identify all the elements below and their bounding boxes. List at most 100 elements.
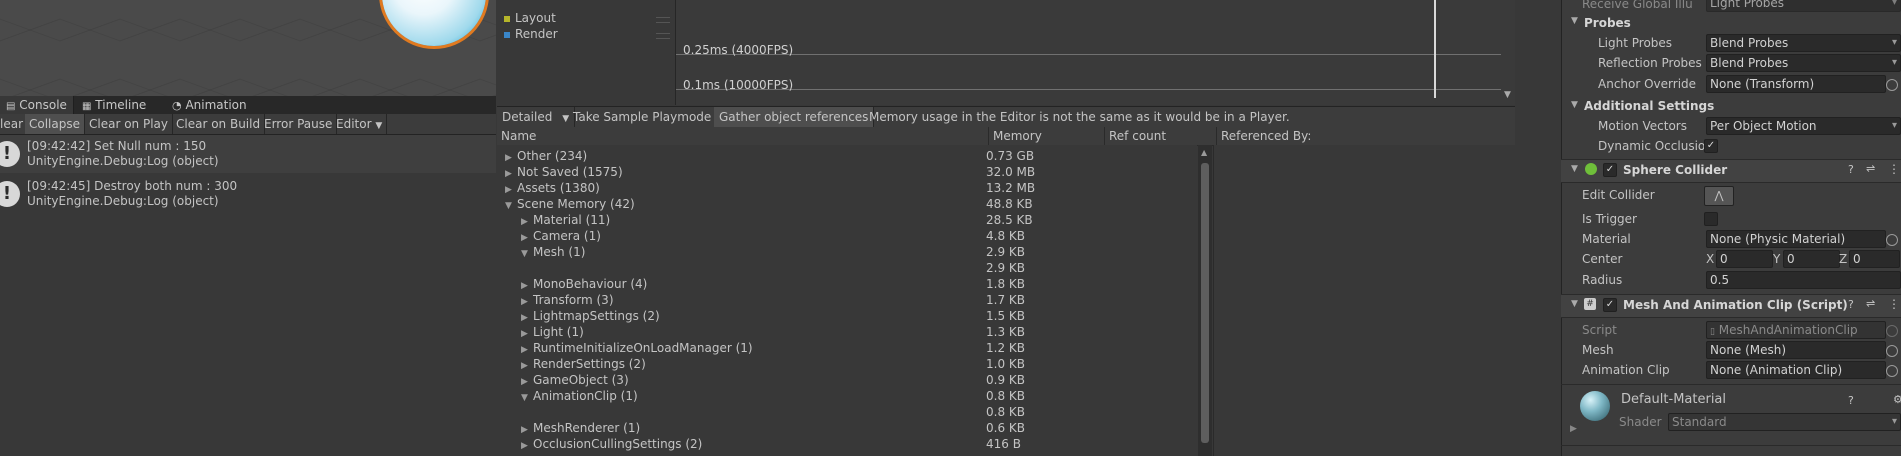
foldout-arrow-icon[interactable]: ▼	[1571, 100, 1578, 110]
clear-button[interactable]: lear	[0, 114, 29, 134]
table-row[interactable]: ▶ Light (1) 1.3 KB	[497, 324, 1197, 340]
object-picker-icon[interactable]	[1886, 79, 1898, 91]
column-referenced-by: Referenced By:	[1221, 129, 1312, 143]
legend-swatch	[504, 31, 510, 38]
row-memory: 416 B	[986, 437, 1021, 451]
frame-cursor[interactable]	[1434, 0, 1436, 98]
drag-handle-icon[interactable]	[656, 17, 670, 23]
help-icon[interactable]: ?	[1848, 163, 1854, 176]
object-picker-icon[interactable]	[1886, 365, 1898, 377]
legend-item-layout[interactable]: Layout	[504, 11, 674, 25]
foldout-arrow-icon[interactable]: ▼	[1571, 164, 1578, 174]
table-row[interactable]: ▶ GameObject (3) 0.9 KB	[497, 372, 1197, 388]
drag-handle-icon[interactable]	[656, 33, 670, 39]
column-memory[interactable]: Memory	[989, 127, 1105, 145]
tab-console[interactable]: ▤ Console	[0, 96, 74, 114]
more-options-icon[interactable]: ⋮	[1888, 162, 1900, 176]
anchor-override-field[interactable]: None (Transform)	[1706, 75, 1886, 93]
foldout-arrow-icon[interactable]: ▶	[1570, 424, 1577, 434]
foldout-arrow-icon[interactable]: ▼	[1571, 299, 1578, 309]
divider	[1561, 384, 1901, 385]
help-icon[interactable]: ?	[1848, 298, 1854, 311]
preset-icon[interactable]: ⇌	[1866, 162, 1875, 175]
sphere-collider-enabled-checkbox[interactable]: ✓	[1603, 163, 1617, 177]
view-mode-dropdown[interactable]: Detailed ▼	[497, 107, 576, 128]
scroll-down-icon[interactable]: ▼	[1504, 90, 1511, 100]
row-name-cell: ▶ OcclusionCullingSettings (2)	[521, 436, 702, 454]
receive-gi-dropdown[interactable]: Light Probes	[1706, 0, 1901, 12]
probes-header[interactable]: Probes	[1584, 16, 1631, 30]
motion-vectors-label: Motion Vectors	[1598, 119, 1687, 133]
mesh-field[interactable]: None (Mesh)	[1706, 341, 1886, 359]
table-row[interactable]: ▼ Scene Memory (42) 48.8 KB	[497, 196, 1197, 212]
tab-animation[interactable]: ◔ Animation	[166, 96, 253, 114]
error-pause-button[interactable]: Error Pause	[260, 114, 338, 134]
row-memory: 1.7 KB	[986, 293, 1025, 307]
table-row[interactable]: ▶ MeshRenderer (1) 0.6 KB	[497, 420, 1197, 436]
console-log-entry[interactable]: ! [09:42:45] Destroy both num : 300 Unit…	[0, 175, 496, 213]
table-row[interactable]: ▶ Assets (1380) 13.2 MB	[497, 180, 1197, 196]
preset-icon[interactable]: ⇌	[1866, 297, 1875, 310]
scene-view[interactable]	[0, 0, 496, 96]
table-row[interactable]: ▶ Camera (1) 4.8 KB	[497, 228, 1197, 244]
script-value: MeshAndAnimationClip	[1718, 323, 1858, 337]
animation-clip-field[interactable]: None (Animation Clip)	[1706, 361, 1886, 379]
animation-clip-label: Animation Clip	[1582, 363, 1670, 377]
table-row[interactable]: ▶ Not Saved (1575) 32.0 MB	[497, 164, 1197, 180]
center-y-field[interactable]: 0	[1783, 250, 1840, 268]
anchor-override-value: None (Transform)	[1710, 77, 1815, 91]
row-memory: 0.8 KB	[986, 405, 1025, 419]
table-row[interactable]: ▶ Material (11) 28.5 KB	[497, 212, 1197, 228]
column-name[interactable]: Name	[497, 127, 989, 145]
console-toolbar: lear Collapse Clear on Play Clear on Bui…	[0, 114, 496, 135]
additional-settings-header[interactable]: Additional Settings	[1584, 99, 1714, 113]
legend-item-render[interactable]: Render	[504, 27, 674, 41]
row-memory: 32.0 MB	[986, 165, 1036, 179]
script-enabled-checkbox[interactable]: ✓	[1603, 298, 1617, 312]
object-picker-icon[interactable]	[1886, 345, 1898, 357]
help-icon[interactable]: ?	[1848, 394, 1854, 407]
gather-references-button[interactable]: Gather object references	[714, 107, 875, 128]
table-row[interactable]: 2.9 KB	[497, 260, 1197, 276]
table-row[interactable]: ▶ Other (234) 0.73 GB	[497, 148, 1197, 164]
table-row[interactable]: ▶ MonoBehaviour (4) 1.8 KB	[497, 276, 1197, 292]
motion-vectors-dropdown[interactable]: Per Object Motion	[1706, 117, 1901, 135]
column-ref-count[interactable]: Ref count	[1105, 127, 1217, 145]
table-row[interactable]: ▶ OcclusionCullingSettings (2) 416 B	[497, 436, 1197, 452]
radius-field[interactable]: 0.5	[1706, 271, 1901, 289]
center-x-field[interactable]: 0	[1716, 250, 1773, 268]
foldout-arrow-icon[interactable]: ▼	[1571, 16, 1578, 26]
light-probes-dropdown[interactable]: Blend Probes	[1706, 34, 1901, 52]
settings-icon[interactable]: ⚙	[1893, 393, 1901, 406]
table-row[interactable]: ▼ AnimationClip (1) 0.8 KB	[497, 388, 1197, 404]
row-name: LightmapSettings (2)	[533, 309, 660, 323]
more-options-icon[interactable]: ⋮	[1888, 297, 1900, 311]
table-row[interactable]: 0.8 KB	[497, 404, 1197, 420]
take-sample-button[interactable]: Take Sample Playmode	[568, 107, 718, 128]
tab-timeline[interactable]: ▦ Timeline	[76, 96, 152, 114]
table-row[interactable]: ▶ RenderSettings (2) 1.0 KB	[497, 356, 1197, 372]
table-row[interactable]: ▶ Transform (3) 1.7 KB	[497, 292, 1197, 308]
shader-dropdown[interactable]: Standard	[1668, 413, 1901, 431]
reflection-probes-dropdown[interactable]: Blend Probes	[1706, 54, 1901, 72]
table-row[interactable]: ▶ RuntimeInitializeOnLoadManager (1) 1.2 K…	[497, 340, 1197, 356]
scrollbar-thumb[interactable]	[1201, 163, 1209, 443]
edit-collider-button[interactable]: ⋀	[1704, 186, 1734, 206]
expand-arrow-icon[interactable]: ▶	[521, 438, 533, 454]
material-field[interactable]: None (Physic Material)	[1706, 230, 1886, 248]
editor-dropdown-label: Editor	[336, 117, 372, 131]
center-z-field[interactable]: 0	[1849, 250, 1900, 268]
chart-gridline	[676, 54, 1501, 55]
clear-on-play-button[interactable]: Clear on Play	[85, 114, 173, 134]
object-picker-icon[interactable]	[1886, 234, 1898, 246]
console-log-entry[interactable]: ! [09:42:42] Set Null num : 150 UnityEng…	[0, 135, 496, 173]
table-row[interactable]: ▶ LightmapSettings (2) 1.5 KB	[497, 308, 1197, 324]
row-memory: 0.6 KB	[986, 421, 1025, 435]
is-trigger-checkbox[interactable]	[1704, 212, 1718, 226]
table-row[interactable]: ▼ Mesh (1) 2.9 KB	[497, 244, 1197, 260]
dynamic-occlusion-checkbox[interactable]: ✓	[1704, 139, 1718, 153]
collapse-button[interactable]: Collapse	[25, 114, 85, 134]
scroll-up-icon[interactable]: ▲	[1201, 148, 1207, 157]
clear-on-build-button[interactable]: Clear on Build	[172, 114, 266, 134]
editor-dropdown[interactable]: Editor ▼	[332, 114, 388, 134]
